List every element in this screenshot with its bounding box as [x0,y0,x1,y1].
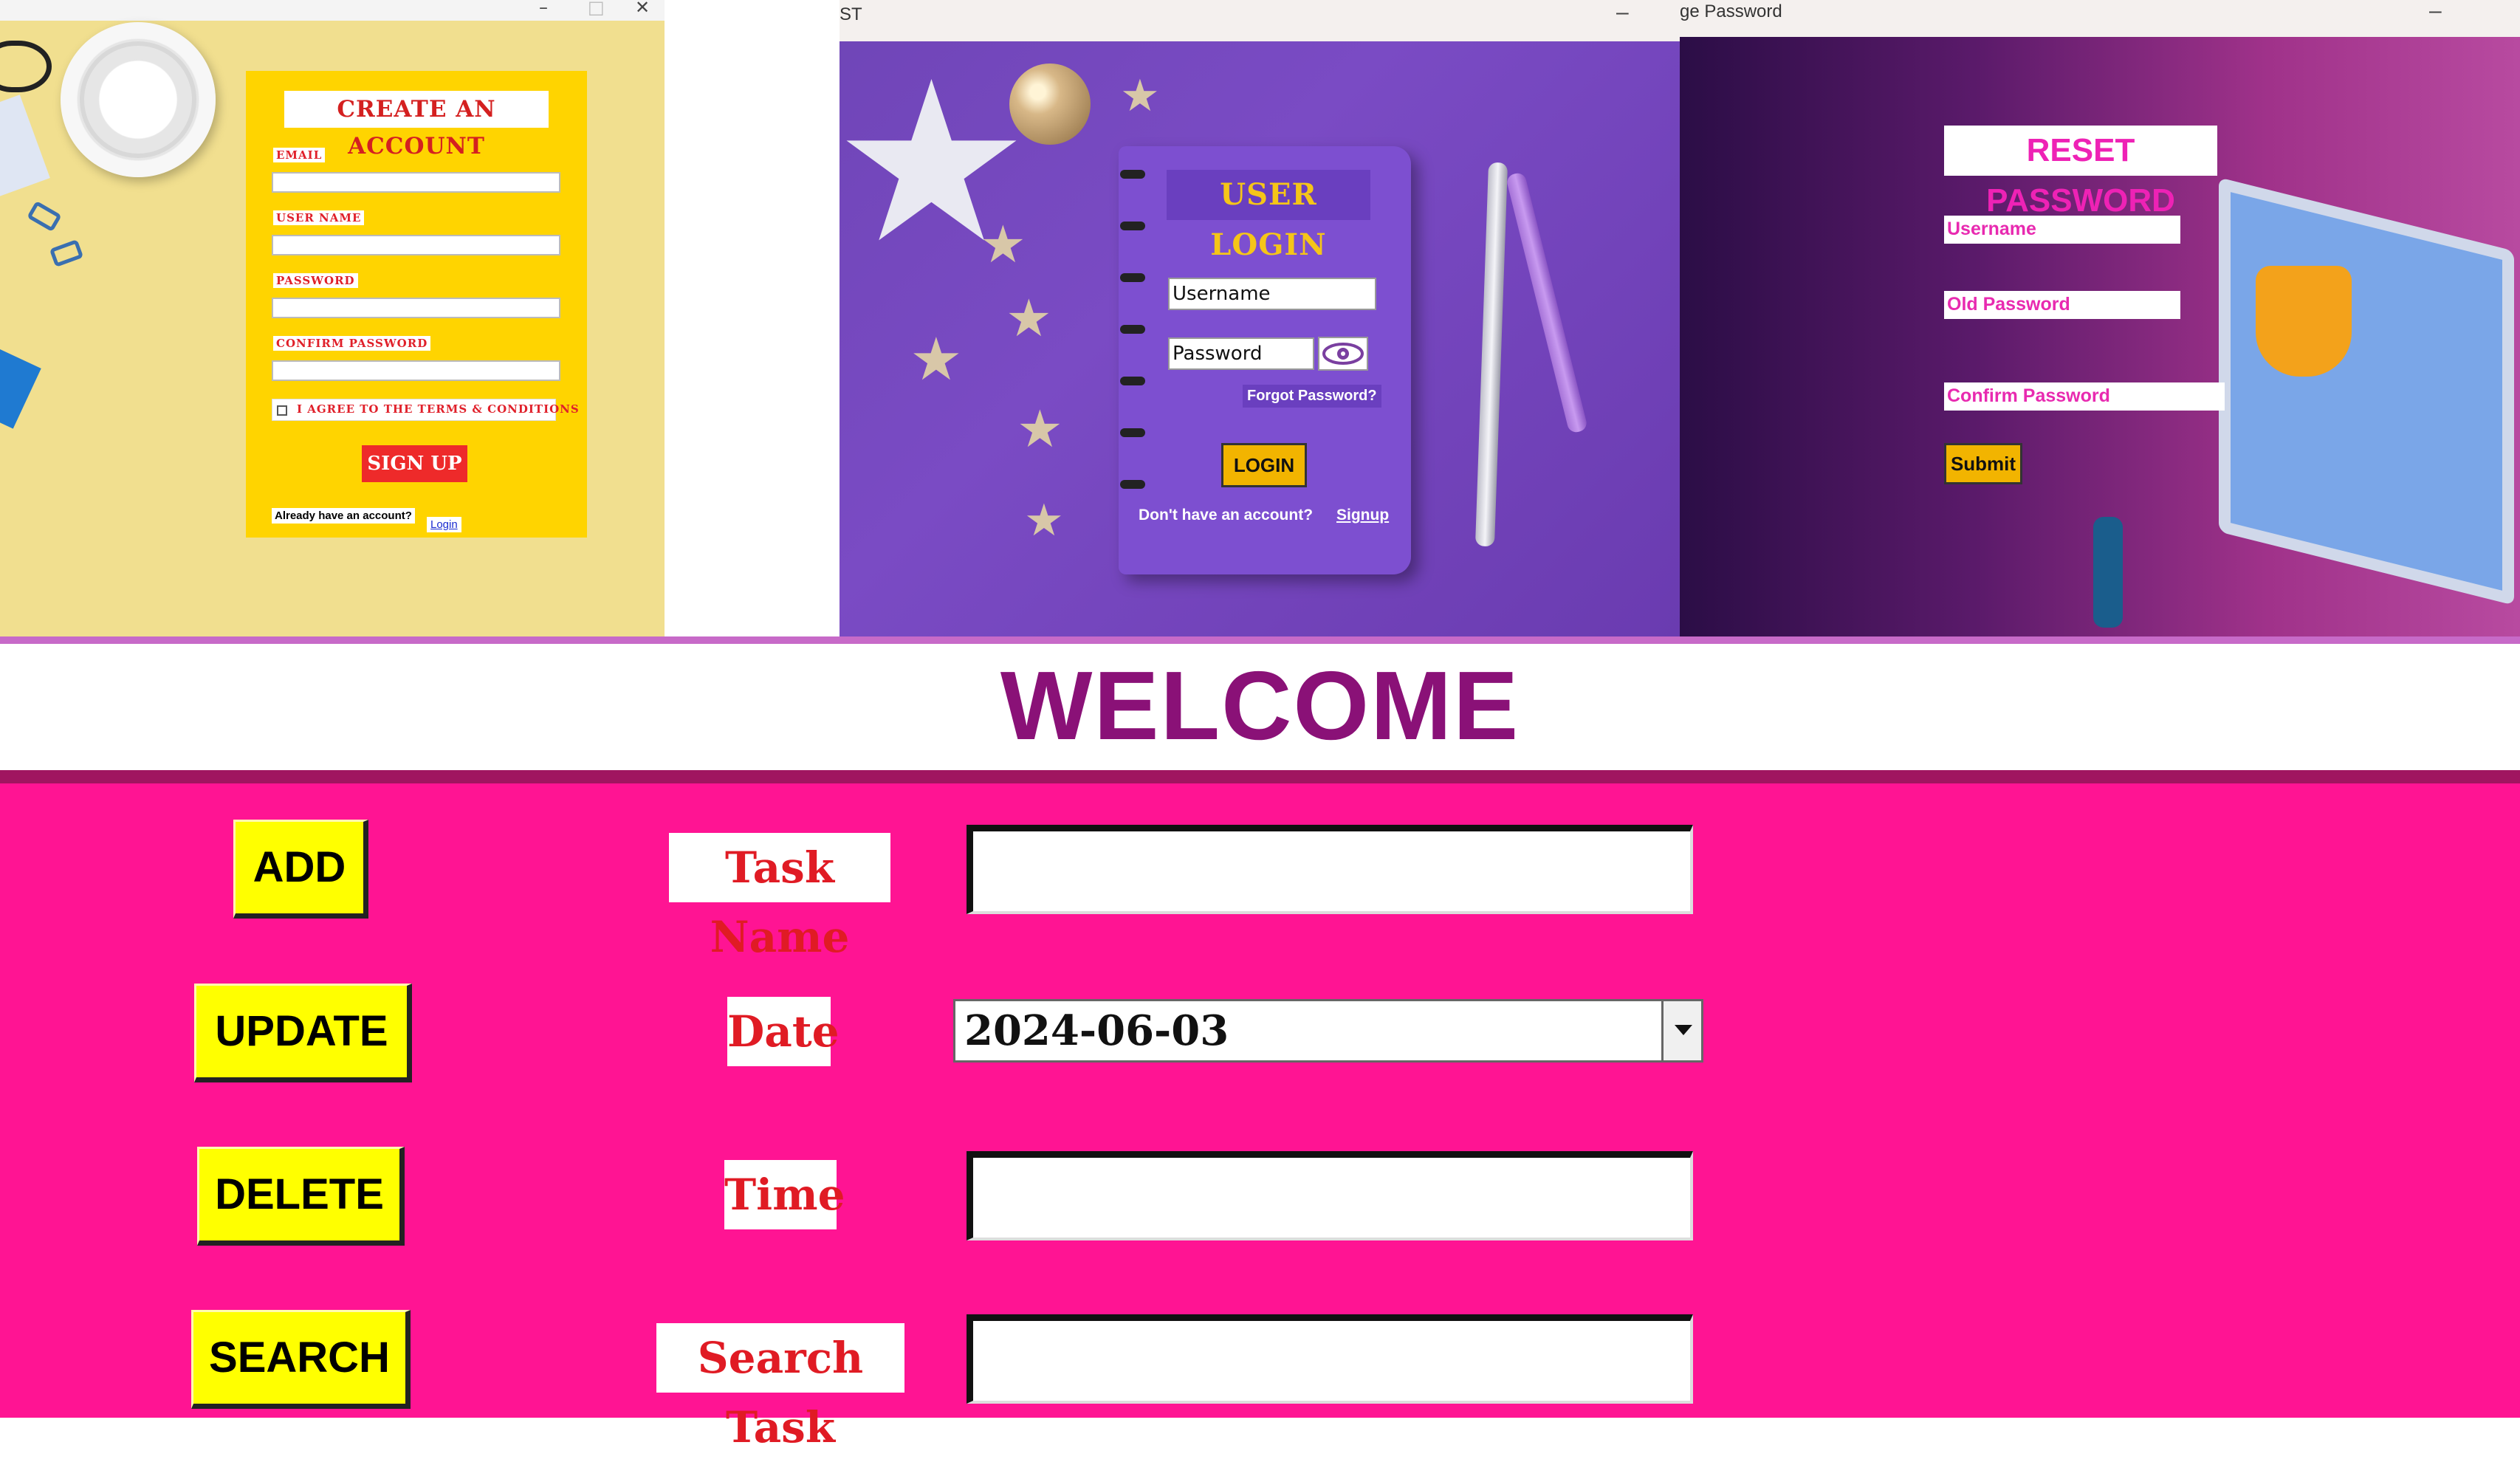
login-heading: USER LOGIN [1167,170,1370,262]
signup-window: – □ ✕ CREATE AN ACCOUNT EMAIL USER NAME … [0,0,665,640]
search-button[interactable]: SEARCH [191,1310,411,1409]
decor-pen [1505,171,1589,434]
notebook-ring [1120,377,1145,385]
confirm-password-field[interactable] [272,360,560,381]
forgot-password-link[interactable]: Forgot Password? [1243,385,1381,408]
password-input[interactable]: Password [1168,337,1314,370]
minimize-button[interactable]: – [539,0,548,18]
password-label: PASSWORD [273,273,358,288]
dropdown-arrow-icon[interactable] [1661,1001,1701,1060]
decor-star-icon: ★ [1017,399,1063,459]
signup-link[interactable]: Signup [1336,507,1389,524]
background-paper [0,95,50,201]
background-teacup-rim [80,41,196,158]
reset-titlebar [1680,0,2520,37]
decor-star-icon: ★ [1024,495,1064,546]
decor-person [2093,517,2123,628]
submit-button[interactable]: Submit [1944,443,2022,484]
decor-star-icon: ★ [980,214,1026,275]
date-value: 2024-06-03 [964,1006,1229,1055]
signup-title: CREATE AN ACCOUNT [284,91,549,159]
delete-button[interactable]: DELETE [197,1147,405,1246]
old-password-field[interactable]: Old Password [1944,291,2180,319]
checkbox-icon[interactable] [277,405,287,416]
search-task-input[interactable] [967,1314,1693,1404]
decor-monitor [2219,177,2514,605]
reset-window-title: ge Password [1680,1,1782,21]
username-label: USER NAME [273,210,365,225]
date-picker[interactable]: 2024-06-03 [953,999,1703,1063]
task-name-input[interactable] [967,825,1693,914]
username-input[interactable]: Username [1168,278,1376,310]
signup-titlebar [0,0,665,21]
notebook-ring [1120,480,1145,489]
divider [0,770,2520,783]
already-account-text: Already have an account? [272,508,415,524]
decor-pen [1474,162,1508,547]
username-field[interactable] [272,235,560,255]
welcome-heading: WELCOME [1000,651,1520,760]
login-link[interactable]: Login [427,517,461,532]
notebook-ring [1120,428,1145,437]
login-button[interactable]: LOGIN [1221,443,1307,487]
reset-password-window: ge Password – RESET PASSWORD Username Ol… [1680,0,2520,640]
decor-star-icon: ★ [1006,288,1052,349]
confirm-password-label: CONFIRM PASSWORD [273,336,431,351]
notebook-ring [1120,273,1145,282]
add-button[interactable]: ADD [233,820,368,919]
reset-username-field[interactable]: Username [1944,216,2180,244]
task-name-label: Task Name [669,833,890,962]
terms-checkbox-row[interactable]: I AGREE TO THE TERMS & CONDITIONS [272,399,579,421]
update-button[interactable]: UPDATE [194,984,412,1082]
background-block [0,346,41,429]
close-button[interactable]: ✕ [635,0,650,18]
minimize-button[interactable]: – [1616,0,1629,25]
email-label: EMAIL [273,148,326,162]
decor-shield-icon [2256,266,2352,377]
signup-button[interactable]: SIGN UP [362,445,467,482]
date-label: Date [727,997,840,1066]
time-input[interactable] [967,1151,1693,1240]
notebook-ring [1120,170,1145,179]
search-task-label: Search Task [656,1323,904,1452]
decor-star-icon: ★ [910,325,963,394]
background-glasses [0,41,52,92]
minimize-button[interactable]: – [2429,0,2442,24]
login-window: ST – ★ ★ ★ ★ ★ ★ ★ USER LOGIN Username P… [840,0,1680,640]
maximize-button[interactable]: □ [588,0,605,18]
time-label: Time [724,1160,845,1229]
decor-star-icon: ★ [1120,70,1160,122]
password-field[interactable] [272,298,560,318]
terms-label: I AGREE TO THE TERMS & CONDITIONS [297,402,580,416]
eye-icon[interactable] [1318,337,1368,371]
email-field[interactable] [272,172,560,193]
divider [0,636,2520,644]
background-clip [27,200,62,233]
reset-heading: RESET PASSWORD [1944,126,2217,219]
background-clip [49,238,84,268]
notebook-ring [1120,222,1145,230]
decor-bauble [1009,64,1091,145]
notebook-ring [1120,325,1145,334]
confirm-password-field[interactable]: Confirm Password [1944,382,2225,411]
login-titlebar [840,0,1680,41]
no-account-text: Don't have an account? [1139,507,1314,524]
login-window-title: ST [840,4,862,24]
